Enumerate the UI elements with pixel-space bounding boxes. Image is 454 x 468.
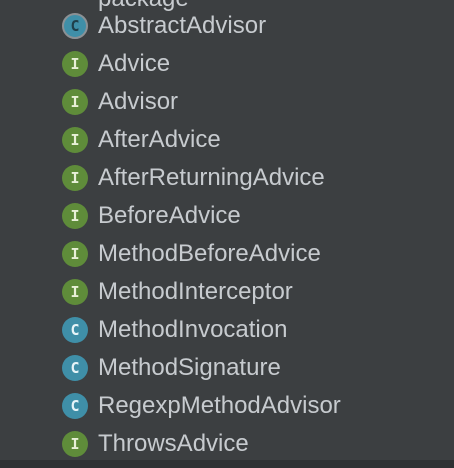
abstract-class-icon: C (62, 13, 88, 39)
tree-item-label: MethodSignature (98, 354, 281, 381)
tree-item-abstractadvisor[interactable]: C AbstractAdvisor (0, 7, 454, 45)
tree-item-label: ThrowsAdvice (98, 430, 249, 457)
class-icon: C (62, 393, 88, 419)
tree-item-afterreturningadvice[interactable]: I AfterReturningAdvice (0, 159, 454, 197)
tree-item-methodsignature[interactable]: C MethodSignature (0, 349, 454, 387)
class-icon: C (62, 355, 88, 381)
interface-icon: I (62, 51, 88, 77)
tree-item-label: Advisor (98, 88, 179, 115)
interface-icon: I (62, 431, 88, 457)
interface-icon: I (62, 279, 88, 305)
interface-icon: I (62, 165, 88, 191)
interface-icon: I (62, 203, 88, 229)
interface-icon: I (62, 89, 88, 115)
tree-item-regexpmethodadvisor[interactable]: C RegexpMethodAdvisor (0, 387, 454, 425)
tree-item-methodbeforeadvice[interactable]: I MethodBeforeAdvice (0, 235, 454, 273)
tree-item-label: MethodInterceptor (98, 278, 293, 305)
tree-item-throwsadvice[interactable]: I ThrowsAdvice (0, 425, 454, 463)
tree-item-label: AbstractAdvisor (98, 12, 267, 39)
tree-item-label: AfterAdvice (98, 126, 221, 153)
bottom-divider (0, 460, 454, 468)
interface-icon: I (62, 127, 88, 153)
tree-item-beforeadvice[interactable]: I BeforeAdvice (0, 197, 454, 235)
tree-item-label: MethodBeforeAdvice (98, 240, 321, 267)
tree-item-label: BeforeAdvice (98, 202, 241, 229)
tree-item-advice[interactable]: I Advice (0, 45, 454, 83)
tree-item-label: AfterReturningAdvice (98, 164, 325, 191)
tree-item-label: RegexpMethodAdvisor (98, 392, 341, 419)
class-icon: C (62, 317, 88, 343)
tree-item-methodinterceptor[interactable]: I MethodInterceptor (0, 273, 454, 311)
project-tree: package C AbstractAdvisor I Advice I Adv… (0, 0, 454, 468)
tree-item-label: Advice (98, 50, 171, 77)
tree-item-afteradvice[interactable]: I AfterAdvice (0, 121, 454, 159)
tree-item-advisor[interactable]: I Advisor (0, 83, 454, 121)
interface-icon: I (62, 241, 88, 267)
tree-item-methodinvocation[interactable]: C MethodInvocation (0, 311, 454, 349)
tree-item-label: MethodInvocation (98, 316, 288, 343)
